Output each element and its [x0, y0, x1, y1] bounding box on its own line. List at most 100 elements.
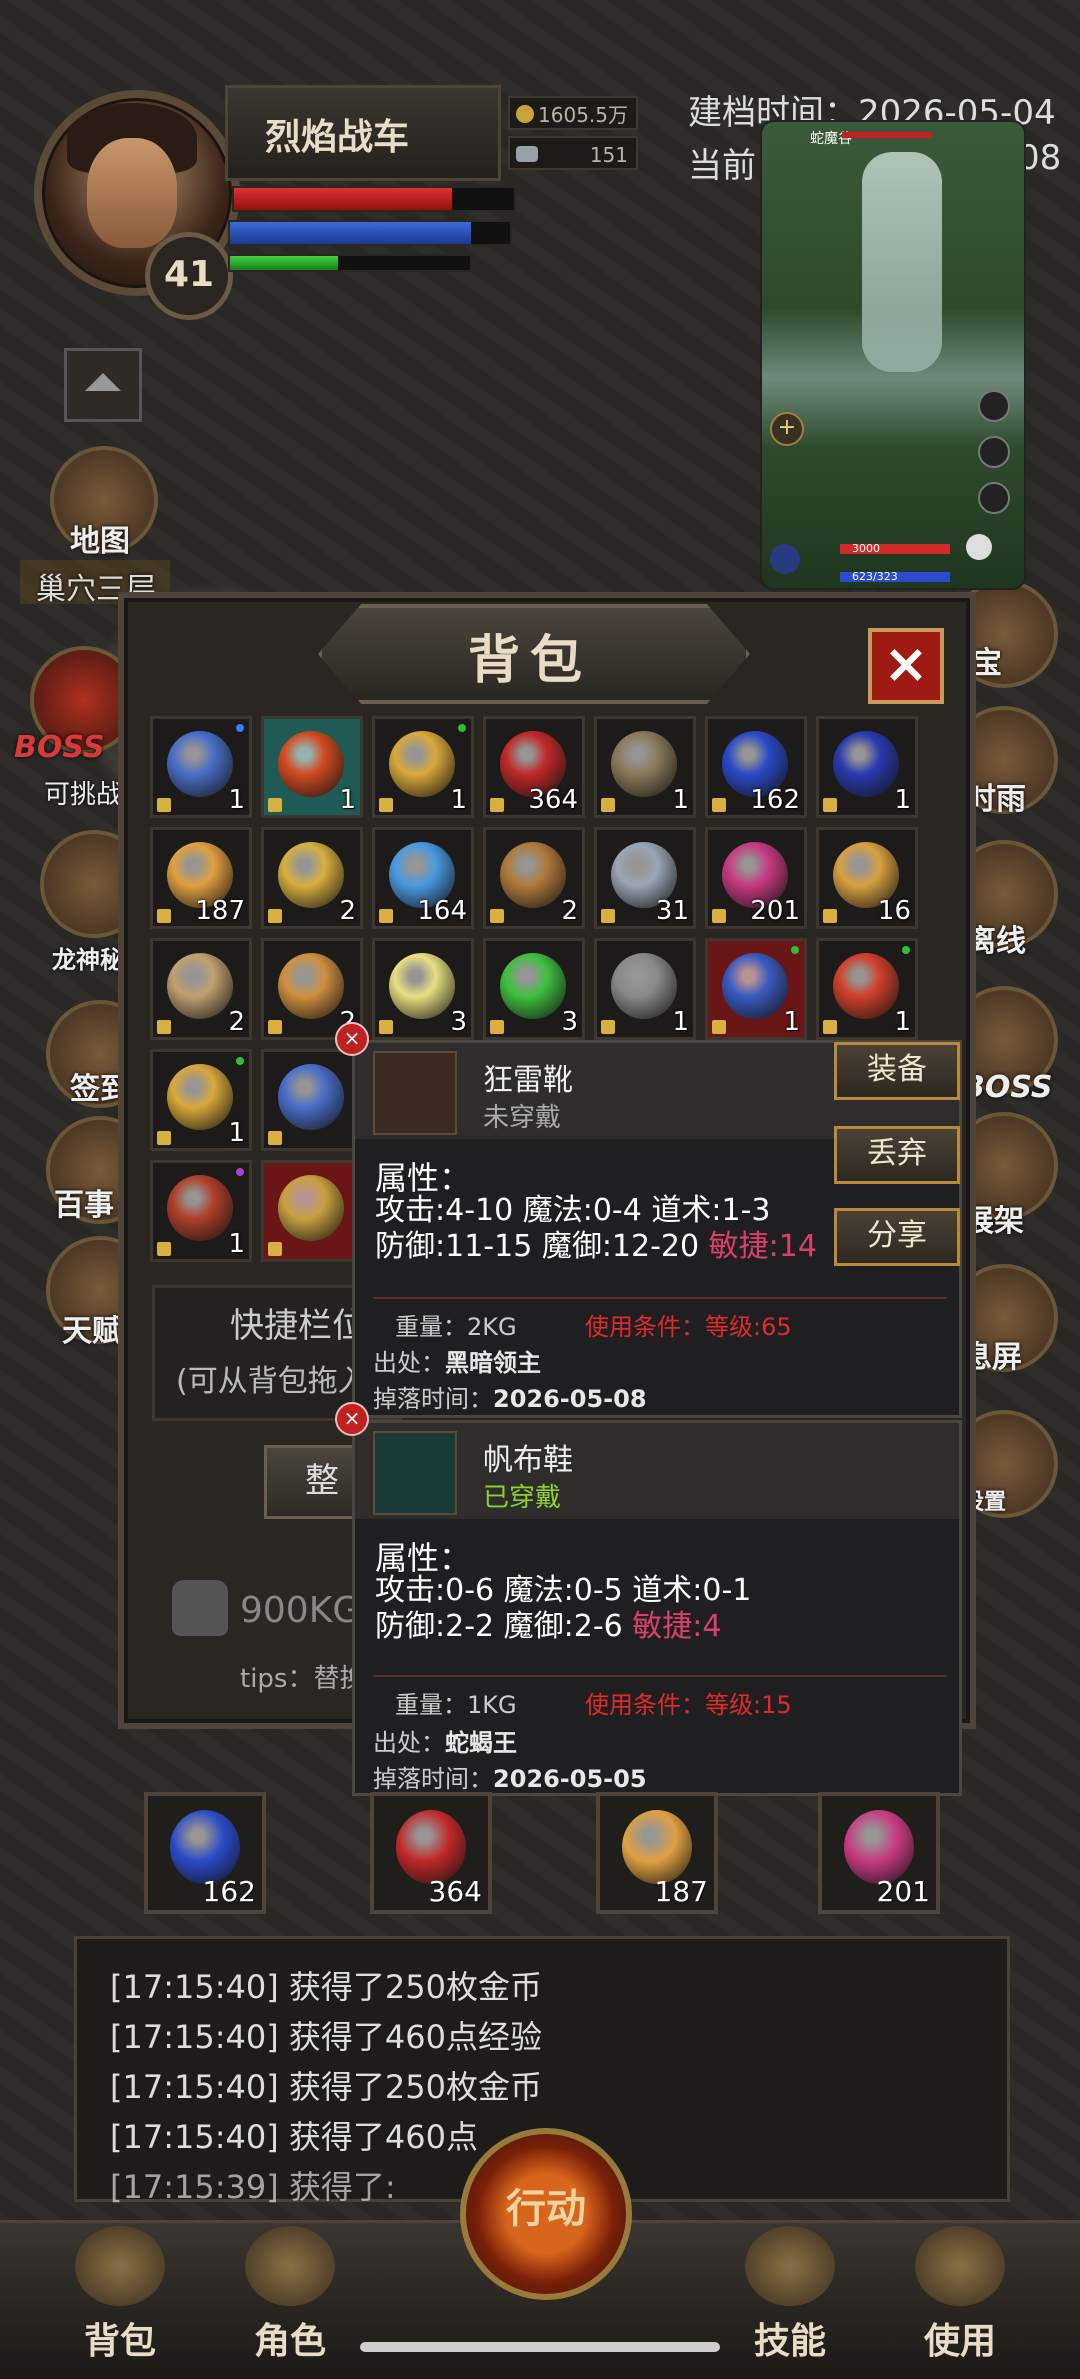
minimap[interactable]: 蛇魔谷 + 3000 623/323 [760, 120, 1026, 590]
item-count: 1 [450, 785, 467, 815]
weight-icon [172, 1580, 228, 1636]
bag-slot[interactable]: 1 [816, 938, 918, 1040]
lock-icon [601, 909, 615, 923]
log-line: [17:15:40] 获得了250枚金币 [110, 2068, 542, 2106]
quickbar-slot[interactable]: 201 [818, 1792, 940, 1914]
action-button[interactable]: 行动 [460, 2128, 632, 2300]
chevron-up-icon [85, 373, 121, 391]
quickbar-slot[interactable]: 364 [370, 1792, 492, 1914]
source-label: 出处： [373, 1349, 445, 1377]
skill-book-icon [745, 2226, 835, 2306]
item-weight: 重量：1KG [395, 1691, 517, 1719]
bag-slot[interactable]: 3 [483, 938, 585, 1040]
tooltip-worn-close-button[interactable]: × [335, 1402, 369, 1436]
bag-slot[interactable]: 2 [261, 827, 363, 929]
tooltip-new-close-button[interactable]: × [335, 1022, 369, 1056]
item-drop-time: 掉落时间：2026-05-05 [373, 1759, 647, 1794]
item-count: 1 [339, 785, 356, 815]
discard-button[interactable]: 丢弃 [834, 1126, 960, 1184]
item-count: 2 [339, 896, 356, 926]
bag-slot[interactable]: 364 [483, 716, 585, 818]
lock-icon [823, 798, 837, 812]
item-icon [611, 953, 677, 1019]
bag-slot[interactable]: 1 [816, 716, 918, 818]
item-drop-time: 掉落时间：2026-05-08 [373, 1379, 647, 1414]
item-icon [167, 731, 233, 797]
bag-slot[interactable]: 1 [594, 716, 696, 818]
bag-close-button[interactable]: × [868, 628, 944, 704]
nav-bag[interactable]: 背包 [60, 2226, 180, 2364]
bag-slot[interactable]: 1 [150, 1049, 252, 1151]
lock-icon [157, 1020, 171, 1034]
potion-icon [170, 1810, 240, 1884]
close-icon: × [883, 632, 929, 695]
player-name: 烈焰战车 [265, 117, 410, 158]
collapse-button[interactable] [64, 348, 142, 422]
source-label: 出处： [373, 1729, 445, 1757]
treasure-label: 宝 [972, 646, 1002, 681]
item-status: 已穿戴 [483, 1483, 562, 1513]
item-icon [833, 731, 899, 797]
skill-slot-2[interactable] [978, 436, 1010, 468]
bag-icon [75, 2226, 165, 2306]
item-count: 187 [195, 896, 245, 926]
gold-amount: 1605.5万 [538, 103, 628, 127]
helmet-icon [245, 2226, 335, 2306]
home-indicator[interactable] [360, 2342, 720, 2352]
item-name: 狂雷靴 [483, 1063, 573, 1098]
quality-dot [791, 946, 799, 954]
tooltip-divider [373, 1675, 947, 1677]
bag-slot[interactable]: 1 [705, 938, 807, 1040]
bag-slot[interactable]: 1 [261, 716, 363, 818]
bag-slot[interactable]: 1 [150, 1160, 252, 1262]
skill-slot-1[interactable] [978, 390, 1010, 422]
bag-slot[interactable]: 187 [150, 827, 252, 929]
drop-value: 2026-05-05 [493, 1765, 647, 1793]
item-icon [278, 1064, 344, 1130]
bag-slot[interactable]: 31 [594, 827, 696, 929]
item-icon [722, 953, 788, 1019]
bag-slot[interactable]: 3 [372, 938, 474, 1040]
bag-slot[interactable] [261, 1160, 363, 1262]
share-button[interactable]: 分享 [834, 1208, 960, 1266]
bag-slot[interactable]: 164 [372, 827, 474, 929]
item-count: 2 [561, 896, 578, 926]
item-icon [278, 1175, 344, 1241]
boss-text: BOSS [14, 730, 105, 765]
log-line: [17:15:40] 获得了250枚金币 [110, 1968, 542, 2006]
minimap-title: 蛇魔谷 [810, 131, 852, 147]
events-label: 百事 [54, 1188, 114, 1223]
bag-slot[interactable]: 162 [705, 716, 807, 818]
lock-icon [712, 1020, 726, 1034]
nav-skill[interactable]: 技能 [730, 2226, 850, 2364]
lock-icon [379, 798, 393, 812]
quickbar-slot[interactable]: 162 [144, 1792, 266, 1914]
agility-value: 敏捷:4 [632, 1609, 722, 1644]
bag-slot[interactable]: 1 [372, 716, 474, 818]
item-count: 3 [450, 1007, 467, 1037]
bag-slot[interactable] [261, 1049, 363, 1151]
item-icon [167, 953, 233, 1019]
bag-slot[interactable]: 1 [150, 716, 252, 818]
lock-icon [823, 909, 837, 923]
minimap-mp: 623/323 [852, 570, 898, 583]
attr-line-2: 防御:11-15 魔御:12-20 敏捷:14 [375, 1221, 817, 1265]
item-count: 31 [655, 896, 689, 926]
hp-fill [234, 188, 453, 210]
equip-button[interactable]: 装备 [834, 1042, 960, 1100]
bag-slot[interactable]: 1 [594, 938, 696, 1040]
skill-slot-3[interactable] [978, 482, 1010, 514]
lock-icon [712, 798, 726, 812]
quickbar-slot[interactable]: 187 [596, 1792, 718, 1914]
plus-icon[interactable]: + [770, 412, 804, 446]
item-weight: 重量：2KG [395, 1313, 517, 1341]
joystick-icon[interactable] [966, 534, 992, 560]
nav-role[interactable]: 角色 [230, 2226, 350, 2364]
bag-slot[interactable]: 16 [816, 827, 918, 929]
bag-slot[interactable]: 201 [705, 827, 807, 929]
mp-bar [228, 220, 512, 246]
nav-use[interactable]: 使用 [900, 2226, 1020, 2364]
bag-slot[interactable]: 2 [150, 938, 252, 1040]
bag-slot[interactable]: 2 [483, 827, 585, 929]
item-icon [167, 1064, 233, 1130]
